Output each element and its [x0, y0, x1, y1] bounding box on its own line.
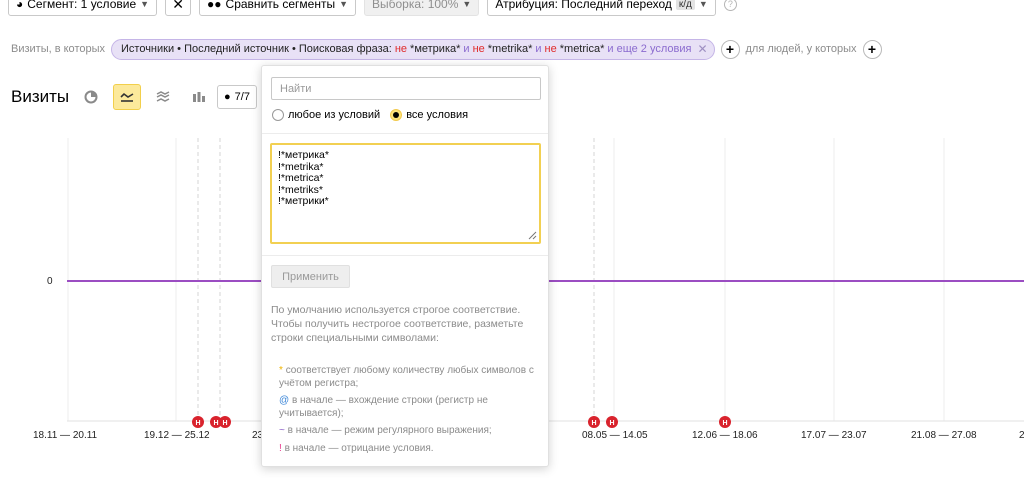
resize-handle-icon[interactable] [528, 231, 537, 240]
close-icon: ✕ [172, 0, 184, 12]
at-text: в начале — вхождение строки (регистр не … [279, 395, 488, 419]
line-chart-icon [120, 92, 134, 102]
chevron-down-icon: ▼ [462, 0, 472, 9]
chart-title: Визиты [11, 87, 70, 106]
x-tick-label: 2 [1019, 430, 1024, 441]
line-chart-button[interactable] [113, 84, 141, 110]
and-word: и [535, 43, 542, 55]
annotation-marker-label: Н [609, 420, 614, 427]
pie-chart-button[interactable] [77, 84, 105, 110]
area-chart-button[interactable] [149, 84, 177, 110]
compare-label: Сравнить сегменты [225, 0, 336, 11]
legend-row-at: @ в начале — вхождение строки (регистр н… [279, 395, 534, 420]
sample-label: Выборка: 100% [372, 0, 459, 11]
chevron-down-icon: ▼ [140, 0, 150, 9]
condition-line: !*метрики* [278, 195, 329, 207]
divider [262, 255, 548, 256]
help-icon[interactable]: ? [723, 0, 737, 11]
annotation-marker-label: Н [722, 420, 727, 427]
annotation-marker-label: Н [213, 420, 218, 427]
more-conditions: и еще 2 условия [607, 43, 692, 55]
filter-term: *metrika* [487, 43, 533, 55]
segment-icon: ◕ [16, 0, 24, 11]
comments-button[interactable]: ● 7/7 [217, 85, 257, 109]
conditions-textarea[interactable]: !*метрика* !*metrika* !*metrica* !*metri… [270, 143, 541, 244]
filter-term: *метрика* [410, 43, 461, 55]
annotation-marker-label: Н [222, 420, 227, 427]
legend-row-tilde: ~ в начале — режим регулярного выражения… [279, 425, 534, 438]
bar-chart-button[interactable] [185, 84, 213, 110]
radio-all-conditions[interactable]: все условия [390, 109, 468, 121]
radio-button-selected[interactable] [390, 109, 403, 121]
bang-text: в начале — отрицание условия. [284, 442, 434, 454]
chevron-down-icon: ▼ [698, 0, 708, 9]
radio-all-label: все условия [406, 109, 469, 121]
at-symbol: @ [279, 395, 290, 406]
bar-chart-icon [193, 92, 205, 102]
x-tick-label: 21.08 — 27.08 [911, 430, 977, 441]
negation-word: не [472, 43, 485, 55]
add-visit-condition-button[interactable]: + [720, 39, 740, 59]
remove-filter-icon[interactable]: ✕ [697, 42, 707, 56]
condition-line: !*metrica* [278, 172, 324, 184]
filter-line: Визиты, в которых Источники • Последний … [11, 38, 882, 60]
negation-word: не [394, 43, 408, 55]
segment-label: Сегмент: 1 условие [27, 0, 137, 11]
condition-line: !*метрика* [278, 149, 329, 161]
star-symbol: * [279, 365, 283, 376]
people-filter-label: для людей, у которых [745, 43, 857, 55]
divider [262, 133, 548, 134]
x-tick-label: 12.06 — 18.06 [692, 430, 758, 441]
y-axis-tick: 0 [47, 276, 53, 287]
and-word: и [463, 43, 470, 55]
clear-segment-button[interactable]: ✕ [165, 0, 192, 16]
chart-type-switcher [77, 84, 213, 110]
add-people-condition-button[interactable]: + [862, 39, 882, 59]
pie-chart-icon [84, 90, 98, 104]
help-text: По умолчанию используется строгое соотве… [271, 304, 524, 344]
x-tick-label: 08.05 — 14.05 [582, 430, 648, 441]
bang-symbol: ! [279, 442, 282, 454]
annotation-marker-label: Н [195, 420, 200, 427]
attribution-label: Атрибуция: Последний переход [495, 0, 672, 11]
compare-icon: ●● [207, 0, 222, 11]
annotation-marker-label: Н [591, 420, 596, 427]
comment-icon: ● [224, 91, 231, 103]
filter-chip[interactable]: Источники • Последний источник • Поисков… [111, 38, 715, 60]
filter-term: *metrica* [559, 43, 605, 55]
chevron-down-icon: ▼ [339, 0, 348, 9]
radio-button[interactable] [272, 109, 284, 121]
special-symbols-legend: * соответствует любому количеству любых … [279, 365, 534, 460]
compare-segments-button[interactable]: ●● Сравнить сегменты ▼ [199, 0, 356, 16]
filter-condition-popup: любое из условий все условия !*метрика* … [261, 65, 549, 467]
tilde-text: в начале — режим регулярного выражения; [287, 425, 492, 436]
visits-filter-prefix: Визиты, в которых [11, 43, 105, 55]
negation-word: не [544, 43, 557, 55]
x-tick-label: 19.12 — 25.12 [144, 430, 210, 441]
legend-row-bang: ! в начале — отрицание условия. [279, 443, 534, 456]
segment-button[interactable]: ◕ Сегмент: 1 условие ▼ [8, 0, 158, 16]
filter-chip-prefix: Источники • Последний источник • Поисков… [121, 43, 392, 55]
legend-row-star: * соответствует любому количеству любых … [279, 365, 534, 390]
tilde-symbol: ~ [279, 425, 285, 436]
attribution-button[interactable]: Атрибуция: Последний переход к/д ▼ [487, 0, 716, 16]
report-toolbar: ◕ Сегмент: 1 условие ▼ ✕ ●● Сравнить сег… [8, 0, 737, 17]
radio-any-condition[interactable]: любое из условий [272, 109, 380, 121]
x-tick-label: 17.07 — 23.07 [801, 430, 867, 441]
match-mode-radio-group: любое из условий все условия [272, 109, 468, 121]
radio-any-label: любое из условий [288, 109, 381, 121]
area-chart-icon [156, 91, 170, 102]
x-tick-label: 18.11 — 20.11 [33, 430, 98, 441]
search-input[interactable] [271, 77, 541, 100]
apply-button[interactable]: Применить [271, 265, 350, 288]
star-text: соответствует любому количеству любых си… [279, 365, 534, 389]
comments-count: 7/7 [234, 91, 250, 103]
attribution-badge: к/д [675, 0, 695, 10]
sample-button[interactable]: Выборка: 100% ▼ [364, 0, 480, 16]
